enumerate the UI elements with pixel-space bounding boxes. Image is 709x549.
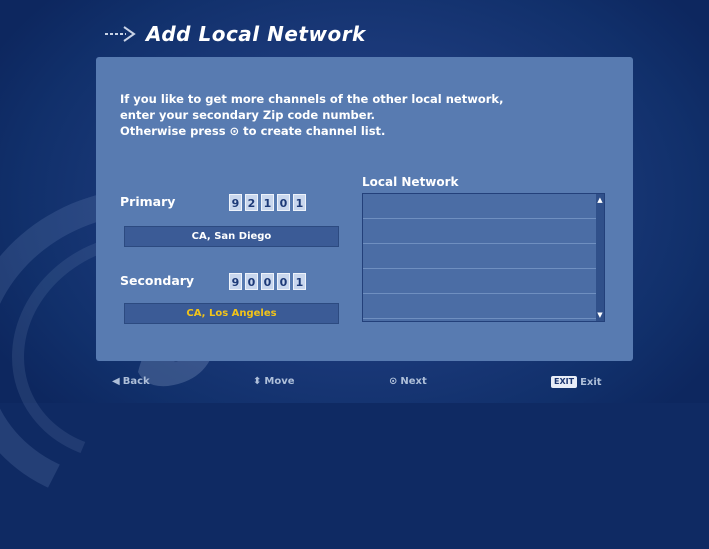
ok-circle-icon: ⊙	[389, 376, 398, 387]
secondary-zip-digit[interactable]: 0	[245, 273, 258, 290]
instruction-line: Otherwise press ⊙ to create channel list…	[120, 124, 386, 138]
exit-key-icon: EXIT	[551, 376, 578, 388]
primary-label: Primary	[120, 194, 176, 209]
local-network-title: Local Network	[362, 175, 459, 189]
list-item[interactable]	[363, 244, 596, 269]
primary-zip-digit[interactable]: 1	[261, 194, 274, 211]
list-item[interactable]	[363, 269, 596, 294]
instruction-line: enter your secondary Zip code number.	[120, 108, 375, 122]
left-triangle-icon: ◀	[112, 376, 120, 387]
footer-hints: ◀ Back ⬍ Move ⊙ Next EXIT Exit	[0, 376, 709, 394]
back-hint[interactable]: ◀ Back	[112, 376, 150, 387]
title-bar: Add Local Network	[104, 22, 366, 46]
back-label: Back	[122, 376, 150, 387]
page-title: Add Local Network	[146, 22, 366, 46]
primary-zip-digit[interactable]: 0	[277, 194, 290, 211]
local-network-list[interactable]: ▲ ▼	[362, 193, 605, 322]
scroll-down-icon[interactable]: ▼	[596, 311, 604, 319]
main-panel: If you like to get more channels of the …	[96, 57, 633, 361]
primary-zip-digit[interactable]: 1	[293, 194, 306, 211]
secondary-zip-digit[interactable]: 1	[293, 273, 306, 290]
primary-zip-digit[interactable]: 2	[245, 194, 258, 211]
scroll-up-icon[interactable]: ▲	[596, 196, 604, 204]
list-item[interactable]	[363, 294, 596, 319]
exit-hint[interactable]: EXIT Exit	[551, 376, 602, 388]
up-down-icon: ⬍	[253, 376, 262, 387]
primary-zip-field[interactable]: 9 2 1 0 1	[229, 194, 306, 211]
secondary-zip-digit[interactable]: 0	[277, 273, 290, 290]
instruction-line: If you like to get more channels of the …	[120, 92, 504, 106]
list-item[interactable]	[363, 194, 596, 219]
secondary-zip-digit[interactable]: 9	[229, 273, 242, 290]
next-label: Next	[400, 376, 427, 387]
primary-location: CA, San Diego	[124, 226, 339, 247]
secondary-label: Secondary	[120, 273, 195, 288]
primary-zip-digit[interactable]: 9	[229, 194, 242, 211]
next-hint[interactable]: ⊙ Next	[389, 376, 427, 387]
move-hint: ⬍ Move	[253, 376, 295, 387]
scrollbar[interactable]: ▲ ▼	[596, 194, 604, 321]
instruction-text: If you like to get more channels of the …	[120, 91, 503, 139]
secondary-zip-digit[interactable]: 0	[261, 273, 274, 290]
exit-label: Exit	[580, 376, 602, 388]
arrow-right-icon	[105, 26, 136, 42]
secondary-zip-field[interactable]: 9 0 0 0 1	[229, 273, 306, 290]
list-item[interactable]	[363, 219, 596, 244]
secondary-location: CA, Los Angeles	[124, 303, 339, 324]
move-label: Move	[264, 376, 295, 387]
